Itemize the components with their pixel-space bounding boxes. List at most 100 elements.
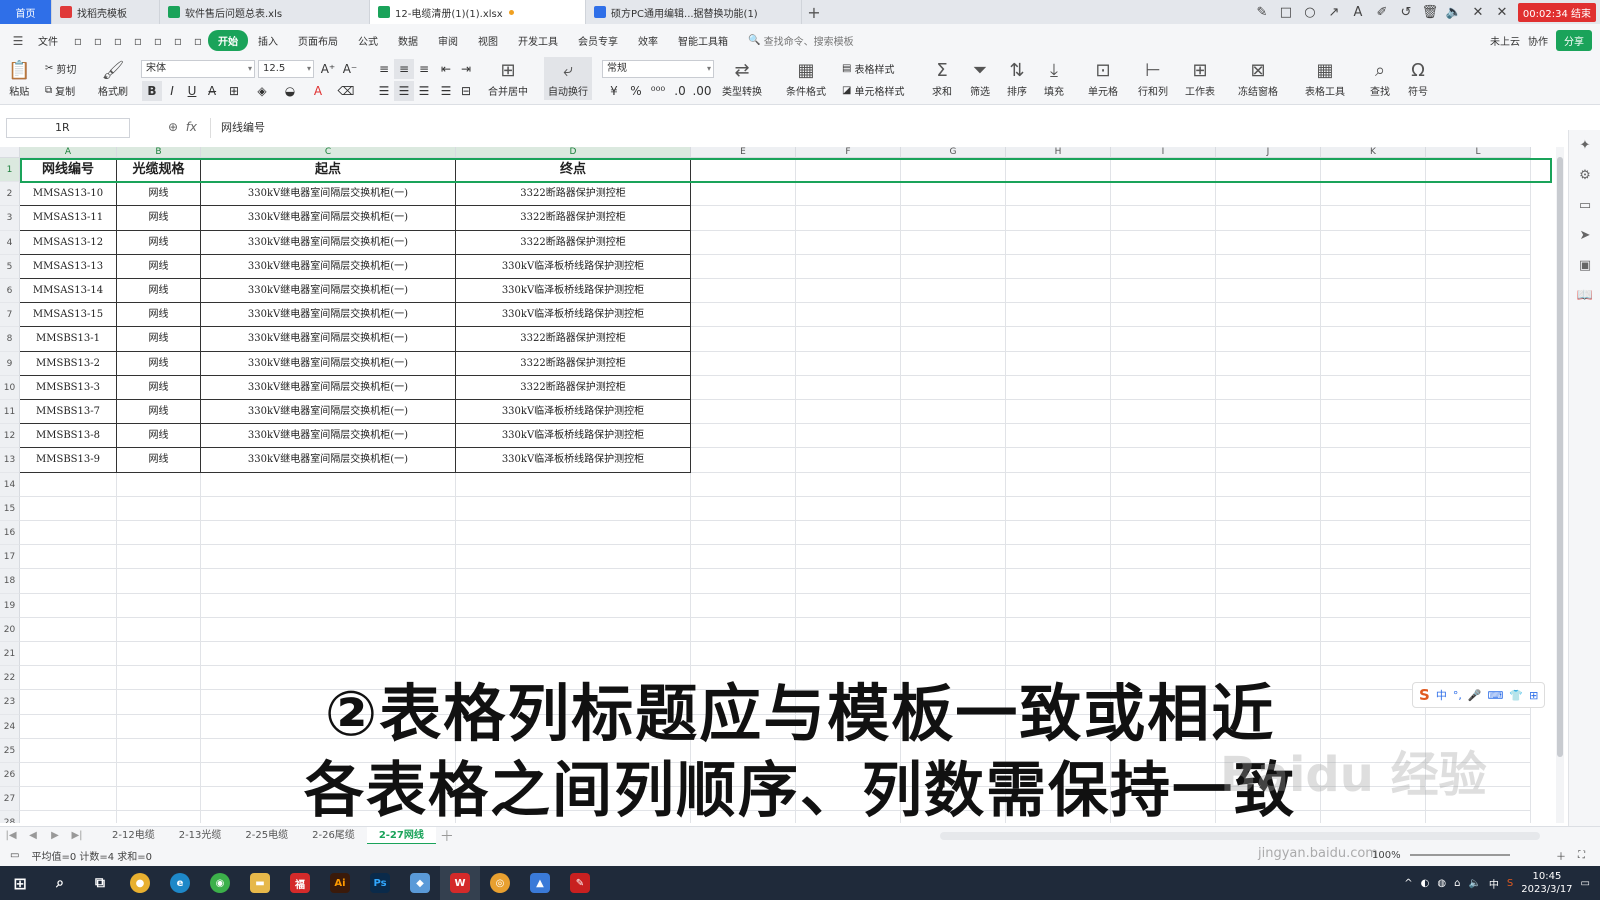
table-cell[interactable] bbox=[1321, 327, 1426, 352]
table-cell[interactable] bbox=[1006, 375, 1111, 400]
table-cell[interactable] bbox=[1321, 521, 1426, 546]
table-cell[interactable] bbox=[201, 593, 456, 618]
network-icon[interactable]: ⌂ bbox=[1454, 878, 1460, 889]
column-header[interactable]: B bbox=[117, 147, 201, 158]
pen-icon[interactable]: ✎ bbox=[1250, 0, 1274, 24]
table-cell[interactable] bbox=[691, 375, 796, 400]
align-top-icon[interactable]: ≡ bbox=[374, 59, 394, 79]
table-cell[interactable]: MMSAS13-15 bbox=[20, 303, 117, 328]
table-cell[interactable] bbox=[796, 472, 901, 497]
table-cell[interactable] bbox=[456, 472, 691, 497]
bold-icon[interactable]: B bbox=[142, 81, 162, 101]
fill-color-icon[interactable]: ◒ bbox=[280, 81, 300, 101]
table-cell[interactable] bbox=[901, 400, 1006, 425]
chrome-icon[interactable]: ● bbox=[120, 866, 160, 900]
table-cell[interactable] bbox=[456, 521, 691, 546]
table-cell[interactable]: 网线 bbox=[117, 351, 201, 376]
wrap-text-button[interactable]: ⤶ 自动换行 bbox=[544, 57, 592, 100]
table-cell[interactable] bbox=[1216, 303, 1321, 328]
distribute-icon[interactable]: ⊟ bbox=[456, 81, 476, 101]
row-header[interactable]: 11 bbox=[0, 400, 20, 425]
table-cell[interactable] bbox=[1426, 424, 1531, 449]
table-cell[interactable] bbox=[117, 593, 201, 618]
row-header[interactable]: 19 bbox=[0, 593, 20, 618]
cell-style-button[interactable]: ◪ 单元格样式 bbox=[842, 83, 904, 98]
table-cell[interactable] bbox=[1216, 496, 1321, 521]
table-cell[interactable]: MMSAS13-10 bbox=[20, 182, 117, 207]
table-cell[interactable] bbox=[1216, 545, 1321, 570]
screen-recorder-icon[interactable]: ◎ bbox=[480, 866, 520, 900]
sort-button[interactable]: ⇅ 排序 bbox=[1007, 59, 1027, 98]
table-cell[interactable]: 330kV继电器室间隔层交换机柜(一) bbox=[201, 424, 456, 449]
tab-1[interactable]: 找稻壳模板 bbox=[52, 0, 160, 24]
tab-3[interactable]: 12-电缆清册(1)(1).xlsx bbox=[370, 0, 586, 24]
table-cell[interactable] bbox=[796, 569, 901, 594]
paste-button[interactable]: 📋 粘贴 bbox=[8, 59, 30, 98]
table-cell[interactable]: 330kV继电器室间隔层交换机柜(一) bbox=[201, 400, 456, 425]
table-cell[interactable]: MMSAS13-14 bbox=[20, 279, 117, 304]
table-cell[interactable] bbox=[201, 521, 456, 546]
table-cell[interactable] bbox=[1426, 593, 1531, 618]
table-cell[interactable] bbox=[1111, 545, 1216, 570]
table-cell[interactable] bbox=[901, 569, 1006, 594]
table-cell[interactable] bbox=[691, 472, 796, 497]
justify-icon[interactable]: ☰ bbox=[436, 81, 456, 101]
table-cell[interactable] bbox=[201, 545, 456, 570]
table-cell[interactable] bbox=[1111, 617, 1216, 642]
table-cell[interactable] bbox=[691, 279, 796, 304]
table-cell[interactable] bbox=[1111, 496, 1216, 521]
row-header[interactable]: 14 bbox=[0, 472, 20, 497]
last-sheet-icon[interactable]: ▶| bbox=[66, 830, 88, 841]
trash-icon[interactable]: 🗑 bbox=[1418, 0, 1442, 24]
image-icon[interactable]: ▣ bbox=[1569, 250, 1600, 280]
table-cell[interactable] bbox=[117, 617, 201, 642]
table-cell[interactable] bbox=[1111, 400, 1216, 425]
table-cell[interactable]: 330kV继电器室间隔层交换机柜(一) bbox=[201, 230, 456, 255]
illustrator-icon[interactable]: Ai bbox=[320, 866, 360, 900]
table-cell[interactable] bbox=[796, 593, 901, 618]
table-cell[interactable] bbox=[20, 521, 117, 546]
menu-item-2[interactable]: 插入 bbox=[248, 33, 288, 48]
table-cell[interactable]: 330kV继电器室间隔层交换机柜(一) bbox=[201, 206, 456, 231]
table-cell[interactable] bbox=[796, 158, 901, 183]
print-icon[interactable]: ▫ bbox=[108, 34, 128, 48]
redo-icon[interactable]: ▫ bbox=[168, 34, 188, 48]
table-cell[interactable] bbox=[901, 448, 1006, 473]
table-cell[interactable] bbox=[901, 617, 1006, 642]
formula-input[interactable]: 网线编号 bbox=[210, 118, 1560, 138]
table-cell[interactable] bbox=[1426, 351, 1531, 376]
wps-icon[interactable]: W bbox=[440, 866, 480, 900]
table-cell[interactable] bbox=[796, 230, 901, 255]
table-cell[interactable] bbox=[1111, 206, 1216, 231]
row-header[interactable]: 12 bbox=[0, 424, 20, 449]
column-header[interactable]: C bbox=[201, 147, 456, 158]
table-cell[interactable] bbox=[691, 327, 796, 352]
table-cell[interactable] bbox=[1426, 496, 1531, 521]
conditional-format-button[interactable]: ▦ 条件格式 bbox=[786, 59, 826, 98]
table-cell[interactable]: 3322断路器保护测控柜 bbox=[456, 351, 691, 376]
table-cell[interactable] bbox=[117, 569, 201, 594]
table-cell[interactable]: 网线 bbox=[117, 375, 201, 400]
table-cell[interactable]: 网线 bbox=[117, 424, 201, 449]
table-cell[interactable] bbox=[1321, 279, 1426, 304]
table-cell[interactable]: 网线 bbox=[117, 182, 201, 207]
table-cell[interactable] bbox=[901, 521, 1006, 546]
more-icon[interactable]: ▫ bbox=[188, 34, 208, 48]
table-cell[interactable] bbox=[117, 472, 201, 497]
table-cell[interactable] bbox=[1216, 424, 1321, 449]
table-cell[interactable] bbox=[796, 496, 901, 521]
table-cell[interactable]: 330kV继电器室间隔层交换机柜(一) bbox=[201, 448, 456, 473]
table-cell[interactable] bbox=[1006, 617, 1111, 642]
table-cell[interactable] bbox=[1111, 521, 1216, 546]
cloud-status[interactable]: 未上云 bbox=[1490, 33, 1520, 48]
table-cell[interactable] bbox=[901, 327, 1006, 352]
italic-icon[interactable]: I bbox=[162, 81, 182, 101]
table-cell[interactable] bbox=[691, 617, 796, 642]
browser-icon[interactable]: ◉ bbox=[200, 866, 240, 900]
row-header[interactable]: 10 bbox=[0, 375, 20, 400]
column-title-cell[interactable]: 光缆规格 bbox=[117, 158, 201, 183]
table-cell[interactable] bbox=[1321, 400, 1426, 425]
table-cell[interactable] bbox=[1111, 472, 1216, 497]
table-cell[interactable] bbox=[1216, 158, 1321, 183]
table-cell[interactable] bbox=[691, 424, 796, 449]
